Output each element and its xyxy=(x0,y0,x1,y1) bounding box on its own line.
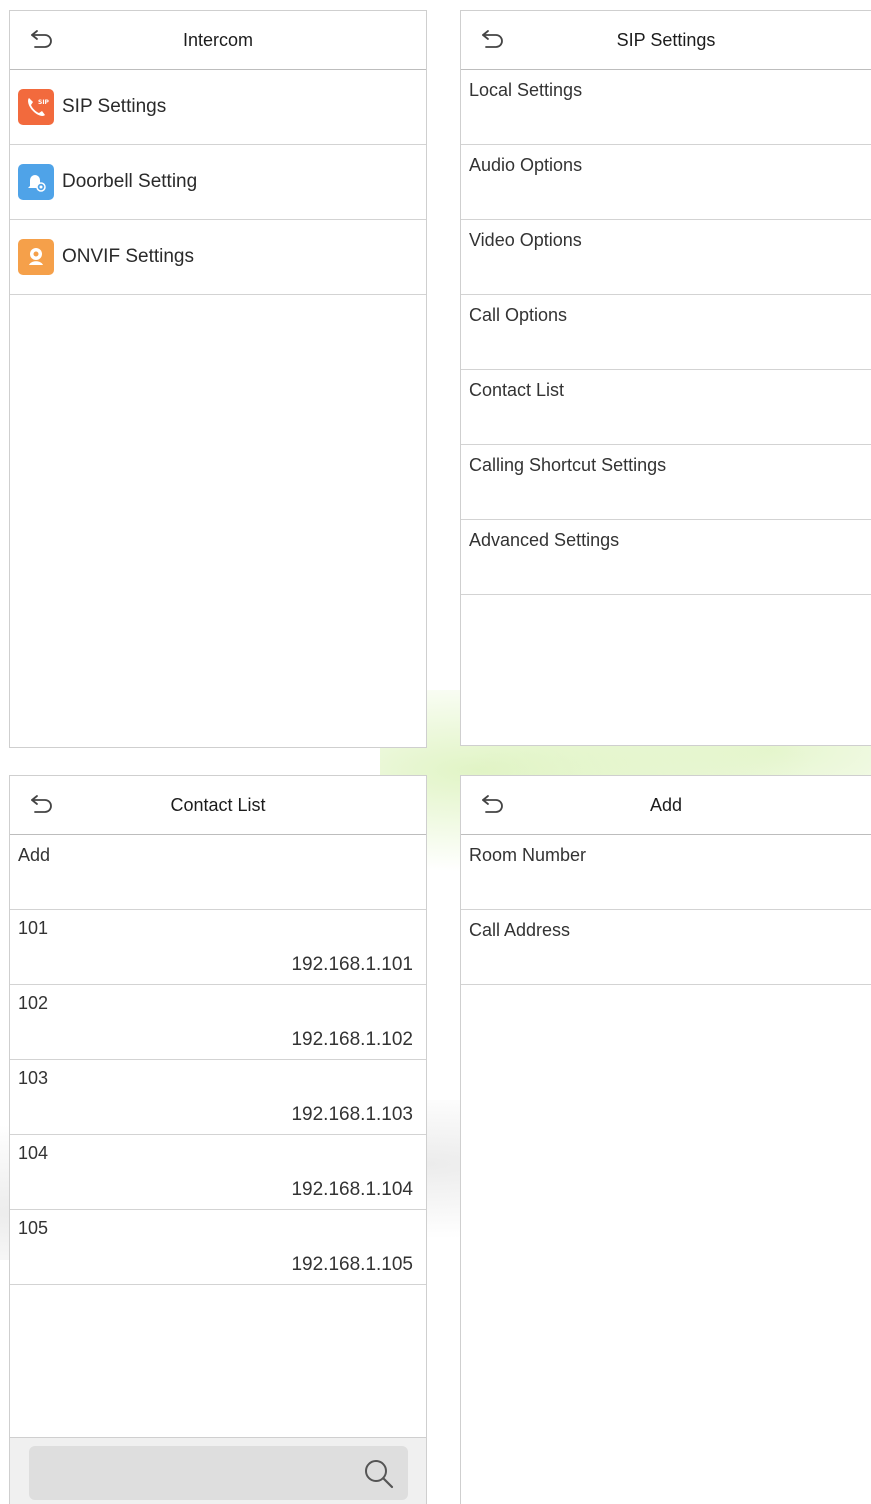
room-number: 105 xyxy=(18,1218,49,1238)
menu-item-audio-options[interactable]: Audio Options xyxy=(461,145,871,220)
page-title: Contact List xyxy=(170,794,266,815)
search-icon[interactable] xyxy=(362,1457,396,1491)
menu-item-call-options[interactable]: Call Options xyxy=(461,295,871,370)
call-address: 192.168.1.101 xyxy=(291,954,413,975)
header: SIP Settings xyxy=(461,11,871,70)
add-contact-button[interactable]: Add xyxy=(10,835,426,910)
contact-row[interactable]: 102 192.168.1.102 xyxy=(10,985,426,1060)
search-bar xyxy=(10,1437,426,1504)
call-address-field[interactable]: Call Address xyxy=(461,910,871,985)
contact-row[interactable]: 103 192.168.1.103 xyxy=(10,1060,426,1135)
menu-item-local-settings[interactable]: Local Settings xyxy=(461,70,871,145)
page-title: Intercom xyxy=(182,29,254,50)
page-title: Add xyxy=(649,794,683,815)
room-number: 101 xyxy=(18,918,49,938)
onvif-camera-icon xyxy=(18,239,54,275)
menu-item-video-options[interactable]: Video Options xyxy=(461,220,871,295)
menu-item-label: ONVIF Settings xyxy=(62,246,194,267)
contact-row[interactable]: 101 192.168.1.101 xyxy=(10,910,426,985)
header: Add xyxy=(461,776,871,835)
doorbell-icon xyxy=(18,164,54,200)
room-number: 103 xyxy=(18,1068,49,1088)
menu-item-calling-shortcut-settings[interactable]: Calling Shortcut Settings xyxy=(461,445,871,520)
call-address: 192.168.1.102 xyxy=(291,1029,413,1050)
contact-row[interactable]: 104 192.168.1.104 xyxy=(10,1135,426,1210)
menu-item-onvif-settings[interactable]: ONVIF Settings xyxy=(10,220,426,295)
sip-settings-screen: SIP Settings Local Settings Audio Option… xyxy=(460,10,871,746)
menu-item-label: Doorbell Setting xyxy=(62,171,198,192)
room-number: 104 xyxy=(18,1143,49,1163)
header: Intercom xyxy=(10,11,426,70)
back-arrow-icon[interactable] xyxy=(28,27,56,51)
svg-text:SIP: SIP xyxy=(38,99,49,106)
intercom-screen: Intercom SIP SIP Settings Doorbell Setti… xyxy=(9,10,427,748)
room-number: 102 xyxy=(18,993,49,1013)
sip-phone-icon: SIP xyxy=(18,89,54,125)
menu-item-sip-settings[interactable]: SIP SIP Settings xyxy=(10,70,426,145)
menu-item-label: SIP Settings xyxy=(62,96,167,117)
back-arrow-icon[interactable] xyxy=(479,792,507,816)
call-address: 192.168.1.104 xyxy=(291,1179,413,1200)
room-number-field[interactable]: Room Number xyxy=(461,835,871,910)
menu-item-contact-list[interactable]: Contact List xyxy=(461,370,871,445)
contact-row[interactable]: 105 192.168.1.105 xyxy=(10,1210,426,1285)
header: Contact List xyxy=(10,776,426,835)
call-address: 192.168.1.105 xyxy=(291,1254,413,1275)
search-input[interactable] xyxy=(29,1446,408,1500)
back-arrow-icon[interactable] xyxy=(28,792,56,816)
call-address: 192.168.1.103 xyxy=(291,1104,413,1125)
contact-list-screen: Contact List Add 101 192.168.1.101 102 1… xyxy=(9,775,427,1504)
page-title: SIP Settings xyxy=(616,29,716,50)
back-arrow-icon[interactable] xyxy=(479,27,507,51)
menu-item-advanced-settings[interactable]: Advanced Settings xyxy=(461,520,871,595)
menu-item-doorbell-setting[interactable]: Doorbell Setting xyxy=(10,145,426,220)
add-contact-screen: Add Room Number Call Address xyxy=(460,775,871,1504)
